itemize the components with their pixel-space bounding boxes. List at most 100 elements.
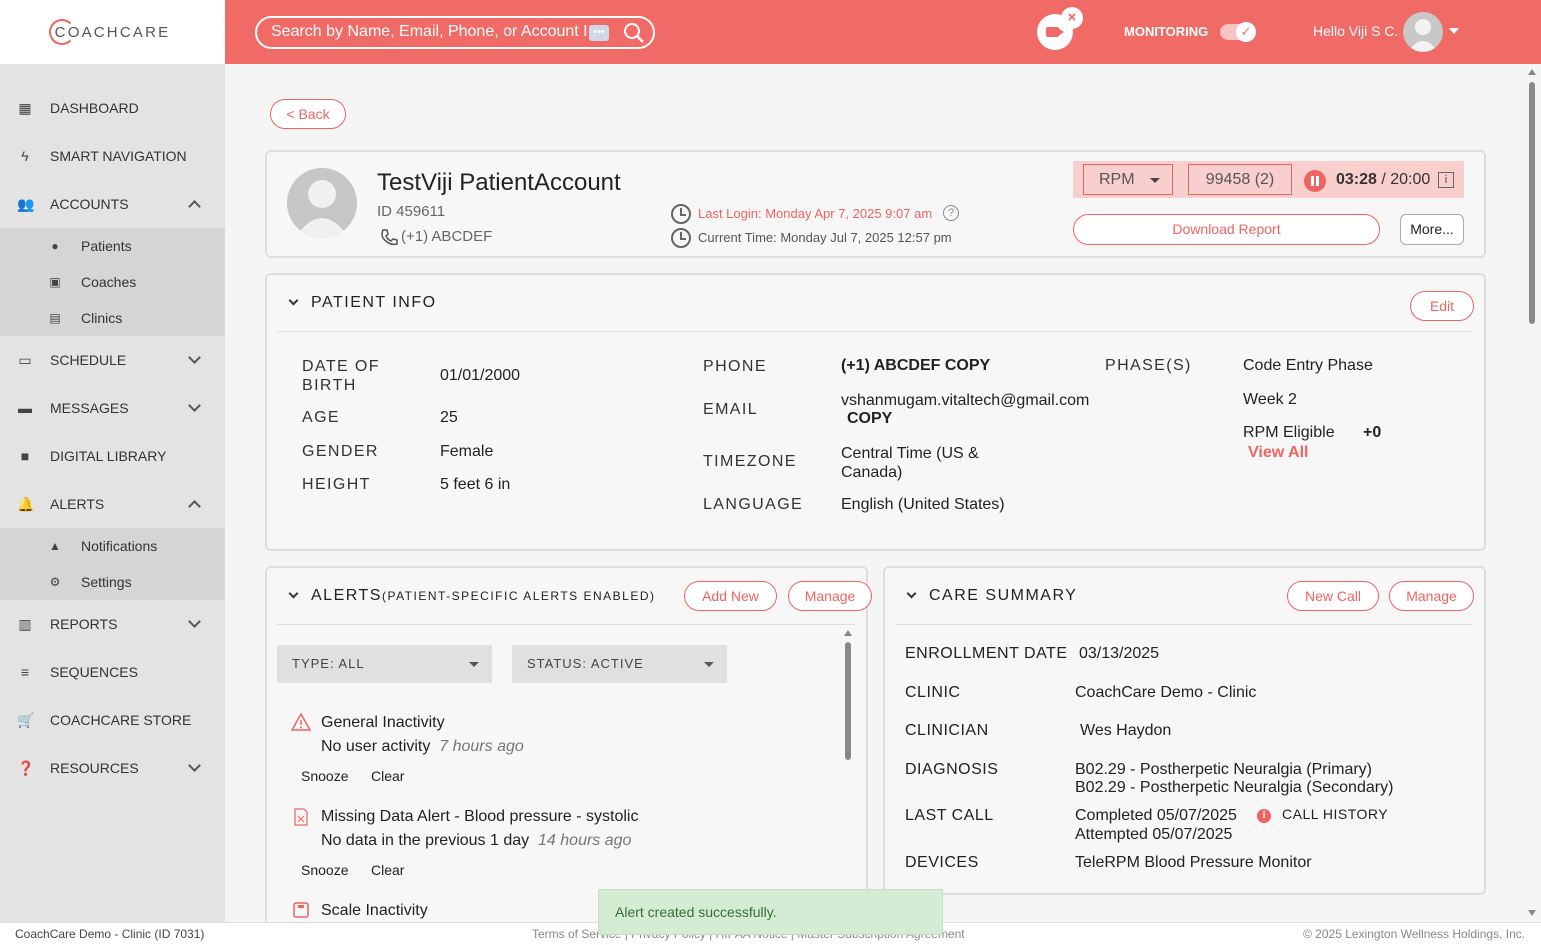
- alert-title: Missing Data Alert - Blood pressure - sy…: [321, 808, 639, 825]
- search-placeholder: Search by Name, Email, Phone, or Account…: [271, 23, 588, 40]
- age-value: 25: [440, 409, 458, 426]
- devices-value: TeleRPM Blood Pressure Monitor: [1075, 854, 1312, 871]
- clear-button[interactable]: Clear: [371, 768, 404, 784]
- sidebar-item-clinics[interactable]: ▤ Clinics: [0, 300, 225, 336]
- footer-copyright: © 2025 Lexington Wellness Holdings, Inc.: [1303, 927, 1526, 941]
- clear-button[interactable]: Clear: [371, 862, 404, 878]
- sidebar-item-reports[interactable]: ▥ REPORTS: [0, 604, 225, 644]
- diagnosis-label: DIAGNOSIS: [905, 761, 999, 778]
- sidebar-item-accounts[interactable]: 👥 ACCOUNTS: [0, 184, 225, 224]
- call-history-link[interactable]: CALL HISTORY: [1282, 806, 1388, 822]
- warning-icon: ▲: [49, 539, 61, 553]
- close-icon[interactable]: ×: [1061, 7, 1083, 29]
- sidebar-item-coachcare-store[interactable]: 🛒 COACHCARE STORE: [0, 700, 225, 740]
- scroll-thumb[interactable]: [1529, 82, 1535, 324]
- divider: [277, 624, 855, 625]
- sidebar-item-patients[interactable]: ● Patients: [0, 228, 225, 264]
- sidebar-item-dashboard[interactable]: ▦ DASHBOARD: [0, 88, 225, 128]
- search-icon[interactable]: [623, 22, 645, 44]
- billing-code-select[interactable]: 99458 (2): [1188, 164, 1292, 195]
- type-filter-value: TYPE: ALL: [292, 656, 365, 671]
- monitoring-label: MONITORING: [1124, 24, 1209, 39]
- alert-detail-text: No user activity: [321, 738, 431, 755]
- sidebar: ▦ DASHBOARD ϟ SMART NAVIGATION 👥 ACCOUNTS ●…: [0, 64, 225, 922]
- dashboard-icon: ▦: [18, 100, 32, 116]
- info-icon[interactable]: i: [1257, 809, 1271, 823]
- info-icon[interactable]: i: [1438, 172, 1454, 188]
- patient-phone: (+1) ABCDEF: [401, 228, 493, 245]
- sidebar-item-messages[interactable]: ▬ MESSAGES: [0, 388, 225, 428]
- divider: [895, 624, 1473, 625]
- scroll-down-icon[interactable]: [1528, 910, 1536, 916]
- clock-icon: [671, 228, 691, 248]
- type-filter-select[interactable]: TYPE: ALL: [277, 645, 492, 683]
- download-report-button[interactable]: Download Report: [1073, 214, 1380, 245]
- user-avatar[interactable]: [1403, 12, 1443, 52]
- caret-down-icon: [704, 662, 714, 667]
- sidebar-item-smart-navigation[interactable]: ϟ SMART NAVIGATION: [0, 136, 225, 176]
- enrollment-label: ENROLLMENT DATE: [905, 645, 1068, 662]
- diagnosis-secondary: B02.29 - Postherpetic Neuralgia (Seconda…: [1075, 779, 1394, 796]
- timezone-value: Central Time (US & Canada): [841, 445, 979, 481]
- edit-button[interactable]: Edit: [1410, 291, 1474, 321]
- sidebar-item-notifications[interactable]: ▲ Notifications: [0, 528, 225, 564]
- last-login: Last Login: Monday Apr 7, 2025 9:07 am: [698, 206, 933, 221]
- scroll-up-icon[interactable]: [844, 630, 852, 636]
- devices-label: DEVICES: [905, 854, 979, 871]
- clinician-label: CLINICIAN: [905, 722, 989, 739]
- scroll-up-icon[interactable]: [1528, 69, 1536, 75]
- snooze-button[interactable]: Snooze: [301, 862, 348, 878]
- view-all-link[interactable]: View All: [1248, 444, 1308, 462]
- copy-email-button[interactable]: COPY: [847, 410, 892, 428]
- manage-alerts-button[interactable]: Manage: [788, 581, 872, 611]
- sidebar-item-digital-library[interactable]: ■ DIGITAL LIBRARY: [0, 436, 225, 476]
- rpm-timer-panel: RPM 99458 (2) 03:28 / 20:00 i: [1073, 161, 1464, 198]
- caret-down-icon: [469, 662, 479, 667]
- success-toast: Alert created successfully.: [598, 889, 943, 935]
- lightning-icon: ϟ: [21, 148, 29, 164]
- phone-row: (+1) ABCDEF COPY: [841, 357, 990, 375]
- alerts-scrollbar[interactable]: [843, 628, 855, 918]
- language-label: LANGUAGE: [703, 496, 804, 513]
- sidebar-item-sequences[interactable]: ≡ SEQUENCES: [0, 652, 225, 692]
- alerts-title: ALERTS(PATIENT-SPECIFIC ALERTS ENABLED): [311, 587, 656, 605]
- chevron-down-icon: [188, 759, 201, 772]
- sidebar-item-settings[interactable]: ⚙ Settings: [0, 564, 225, 600]
- patient-info-title: PATIENT INFO: [311, 294, 437, 311]
- copy-phone-button[interactable]: COPY: [945, 357, 990, 374]
- gender-label: GENDER: [302, 443, 379, 460]
- search-more-icon[interactable]: •••: [589, 25, 609, 41]
- sidebar-item-resources[interactable]: ❓ RESOURCES: [0, 748, 225, 788]
- manage-care-button[interactable]: Manage: [1389, 581, 1474, 611]
- alert-time: 14 hours ago: [538, 832, 632, 849]
- patient-avatar: [287, 168, 357, 238]
- pause-icon[interactable]: [1304, 170, 1326, 192]
- snooze-button[interactable]: Snooze: [301, 768, 348, 784]
- scroll-thumb[interactable]: [845, 642, 851, 760]
- alerts-title-text: ALERTS: [311, 587, 382, 604]
- alert-detail: No user activity 7 hours ago: [321, 738, 524, 756]
- page-scrollbar[interactable]: [1525, 64, 1541, 922]
- clinic-value: CoachCare Demo - Clinic: [1075, 684, 1257, 701]
- chevron-down-icon: [188, 615, 201, 628]
- status-filter-select[interactable]: STATUS: ACTIVE: [512, 645, 727, 683]
- more-button[interactable]: More...: [1400, 214, 1464, 245]
- diagnosis-primary: B02.29 - Postherpetic Neuralgia (Primary…: [1075, 761, 1373, 778]
- sidebar-item-schedule[interactable]: ▭ SCHEDULE: [0, 340, 225, 380]
- status-filter-value: STATUS: ACTIVE: [527, 656, 644, 671]
- chevron-down-icon[interactable]: [1449, 28, 1459, 34]
- logo[interactable]: COACHCARE: [0, 0, 225, 64]
- add-new-alert-button[interactable]: Add New: [684, 581, 777, 611]
- help-icon[interactable]: ?: [943, 205, 959, 221]
- new-call-button[interactable]: New Call: [1287, 581, 1379, 611]
- top-bar: Search by Name, Email, Phone, or Account…: [225, 0, 1541, 64]
- search-input[interactable]: Search by Name, Email, Phone, or Account…: [255, 16, 655, 49]
- program-select[interactable]: RPM: [1083, 164, 1173, 195]
- sidebar-item-alerts[interactable]: 🔔 ALERTS: [0, 484, 225, 524]
- sidebar-item-coaches[interactable]: ▣ Coaches: [0, 264, 225, 300]
- monitoring-toggle[interactable]: ✓: [1220, 22, 1256, 42]
- user-greeting[interactable]: Hello Viji S C.: [1313, 23, 1398, 39]
- phone-value: (+1) ABCDEF: [841, 357, 941, 374]
- folder-icon: ■: [20, 448, 30, 464]
- back-button[interactable]: < Back: [270, 99, 346, 129]
